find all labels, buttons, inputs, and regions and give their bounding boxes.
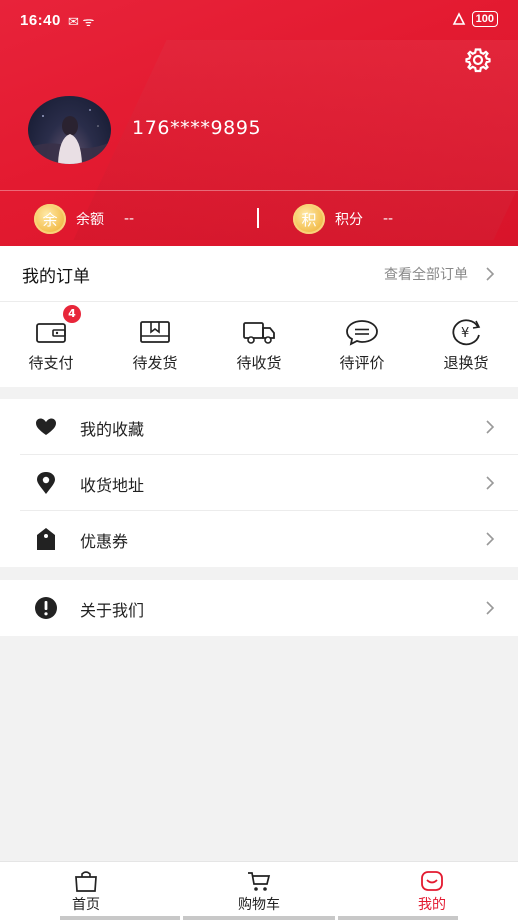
chevron-right-icon — [486, 532, 495, 546]
tab-label: 购物车 — [238, 897, 280, 913]
menu-label: 关于我们 — [80, 601, 145, 620]
menu-label: 我的收藏 — [80, 420, 145, 439]
chevron-right-icon — [486, 267, 495, 281]
avatar[interactable] — [28, 96, 111, 164]
menu-item-favorites[interactable]: 我的收藏 — [0, 399, 518, 455]
balance-value: -- — [124, 211, 135, 227]
home-indicator-segment — [183, 916, 335, 920]
menu-item-about-us[interactable]: 关于我们 — [0, 580, 518, 636]
bottom-tab-bar: 首页 购物车 我的 — [0, 861, 518, 921]
balance-label: 余额 — [76, 212, 104, 228]
battery-level: 100 — [471, 11, 498, 27]
tab-cart[interactable]: 购物车 — [209, 870, 309, 914]
balance-coin-icon: 余 — [34, 204, 66, 234]
points-label: 积分 — [335, 212, 363, 228]
order-label: 待发货 — [132, 354, 178, 372]
stats-separator — [257, 208, 259, 228]
points-value: -- — [383, 211, 394, 227]
balance-stat[interactable]: 余 余额 -- — [34, 204, 134, 234]
coupon-tag-icon — [37, 528, 55, 550]
shopping-bag-icon — [75, 871, 97, 892]
points-coin-icon: 积 — [293, 204, 325, 234]
home-indicator-segment — [338, 916, 458, 920]
orders-card: 我的订单 查看全部订单 4 待支付 待发货 待收货 待评价 ¥ 退换货 — [0, 246, 518, 387]
tab-label: 我的 — [418, 897, 446, 913]
yuan-refresh-icon: ¥ — [448, 318, 484, 346]
order-pending-payment[interactable]: 4 待支付 — [11, 305, 91, 373]
menu-card: 我的收藏 收货地址 优惠券 — [0, 399, 518, 567]
svg-text:¥: ¥ — [461, 326, 469, 341]
tab-mine[interactable]: 我的 — [382, 870, 482, 914]
package-icon — [137, 318, 173, 346]
cart-icon — [248, 872, 271, 891]
exclamation-icon — [35, 597, 57, 619]
menu-item-address[interactable]: 收货地址 — [0, 455, 518, 511]
comment-icon — [344, 318, 380, 346]
notification-icons: ✉ ᯤ — [68, 14, 95, 29]
view-all-label: 查看全部订单 — [384, 267, 468, 283]
menu-label: 收货地址 — [80, 476, 145, 495]
menu-label: 优惠券 — [80, 532, 129, 551]
tab-label: 首页 — [72, 897, 100, 913]
orders-header: 我的订单 查看全部订单 — [0, 246, 518, 302]
profile-header: 16:40 ✉ ᯤ 100 176****9895 余 余额 -- 积 积分 -… — [0, 0, 518, 246]
location-pin-icon — [37, 472, 55, 494]
status-time: 16:40 — [20, 12, 61, 29]
view-all-orders-link[interactable]: 查看全部订单 — [384, 264, 498, 284]
tab-home[interactable]: 首页 — [36, 870, 136, 914]
chevron-right-icon — [486, 420, 495, 434]
phone-number: 176****9895 — [132, 117, 262, 139]
order-label: 退换货 — [443, 354, 489, 372]
truck-icon — [241, 318, 277, 346]
home-indicator-segment — [60, 916, 180, 920]
wallet-icon: 4 — [33, 305, 81, 346]
status-bar: 16:40 ✉ ᯤ 100 — [0, 0, 518, 40]
order-label: 待收货 — [236, 354, 282, 372]
alarm-icon — [452, 12, 465, 25]
heart-icon — [36, 418, 56, 435]
points-stat[interactable]: 积 积分 -- — [293, 204, 393, 234]
order-label: 待支付 — [28, 354, 74, 372]
chevron-right-icon — [486, 476, 495, 490]
profile-icon — [421, 871, 443, 891]
chevron-right-icon — [486, 601, 495, 615]
order-label: 待评价 — [339, 354, 385, 372]
order-pending-receipt[interactable]: 待收货 — [219, 318, 299, 373]
orders-title: 我的订单 — [22, 267, 90, 287]
menu-item-coupons[interactable]: 优惠券 — [0, 511, 518, 567]
status-right: 100 — [452, 11, 498, 27]
header-divider — [0, 190, 518, 191]
order-pending-shipment[interactable]: 待发货 — [115, 318, 195, 373]
order-returns[interactable]: ¥ 退换货 — [426, 318, 506, 373]
order-pending-review[interactable]: 待评价 — [322, 318, 402, 373]
settings-gear-icon[interactable] — [464, 46, 492, 74]
pending-payment-badge: 4 — [63, 305, 81, 323]
